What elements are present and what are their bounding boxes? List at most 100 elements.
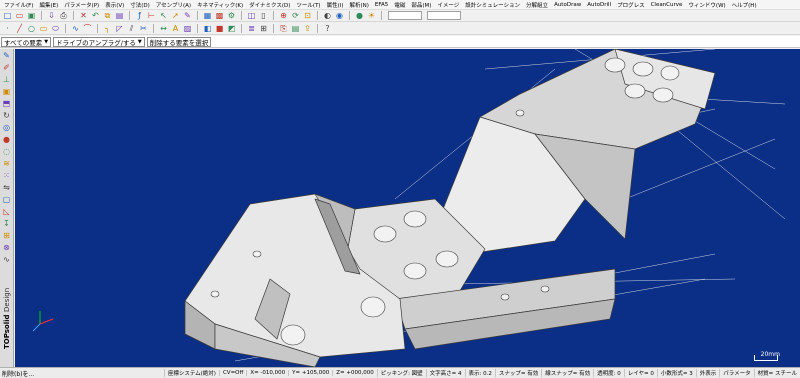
menu-item[interactable]: 部品(M) <box>411 1 431 9</box>
rect-icon[interactable]: ▭ <box>38 24 49 34</box>
cylinder-icon[interactable]: ◎ <box>2 123 12 133</box>
undo-icon[interactable]: ↶ <box>90 11 101 21</box>
paste-icon[interactable]: ▤ <box>114 11 125 21</box>
menu-item[interactable]: 分解組立 <box>526 1 548 9</box>
menu-item[interactable]: 属性(I) <box>327 1 344 9</box>
menu-item[interactable]: アセンブリ(A) <box>156 1 191 9</box>
export-icon[interactable]: ⇪ <box>302 24 313 34</box>
menu-item[interactable]: AutoDraw <box>554 2 581 8</box>
selection-filter-dropdown[interactable]: ドライブのアンプラグ/する ▼ <box>53 36 145 47</box>
menu-item[interactable]: 設計シミュレーション <box>465 1 520 9</box>
trim-icon[interactable]: ✂ <box>138 24 149 34</box>
solid-icon[interactable]: ■ <box>214 24 225 34</box>
pointer-icon[interactable]: ↖ <box>158 11 169 21</box>
menu-item[interactable]: パラメータ(P) <box>64 1 99 9</box>
menu-item[interactable]: イメージ <box>437 1 459 9</box>
light-icon[interactable]: ☀ <box>366 11 377 21</box>
ellipse-icon[interactable]: ⬭ <box>50 24 61 34</box>
save-icon[interactable]: ▣ <box>26 11 37 21</box>
grid-icon[interactable]: ▩ <box>214 11 225 21</box>
group-icon[interactable]: ⊞ <box>258 24 269 34</box>
pencil-icon[interactable]: ✎ <box>2 51 12 61</box>
menu-item[interactable]: ダイナミクス(D) <box>249 1 290 9</box>
selection-scope-dropdown[interactable]: すべての要素 ▼ <box>1 36 52 47</box>
sphere-icon[interactable]: ● <box>2 135 12 145</box>
pdf-icon[interactable]: ▤ <box>290 24 301 34</box>
fit-icon[interactable]: ⊡ <box>302 11 313 21</box>
hole-icon[interactable]: ◌ <box>2 147 12 157</box>
offset-icon[interactable]: ⫽ <box>126 24 137 34</box>
thread-icon[interactable]: ≋ <box>2 159 12 169</box>
dimension-icon[interactable]: ↔ <box>158 24 169 34</box>
menu-item[interactable]: ヘルプ(H) <box>732 1 757 9</box>
menu-item[interactable]: 解析(N) <box>350 1 369 9</box>
arrow-icon[interactable]: ➚ <box>170 11 181 21</box>
color-icon[interactable]: ● <box>354 11 365 21</box>
drill-icon[interactable]: ↧ <box>2 219 12 229</box>
delete-icon[interactable]: ✕ <box>78 11 89 21</box>
sketch-icon[interactable]: ✐ <box>2 63 12 73</box>
hole <box>652 87 674 103</box>
zoom-icon[interactable]: ⊕ <box>278 11 289 21</box>
cad-model-drawing[interactable] <box>15 49 800 367</box>
mirror-icon[interactable]: ⇋ <box>2 183 12 193</box>
toolbar-separator <box>381 11 382 20</box>
rotate-icon[interactable]: ⟳ <box>290 11 301 21</box>
print-icon[interactable]: ⎙ <box>58 11 69 21</box>
chamfer-icon[interactable]: ◸ <box>114 24 125 34</box>
sheet-icon[interactable]: ▯ <box>258 11 269 21</box>
spline-icon[interactable]: ⌒ <box>82 24 93 34</box>
menu-item[interactable]: 寸法(D) <box>130 1 150 9</box>
measure-icon[interactable]: ⊢ <box>146 11 157 21</box>
view-icon[interactable]: ◧ <box>202 24 213 34</box>
extrude-icon[interactable]: ⬒ <box>2 99 12 109</box>
gear-icon[interactable]: ⚙ <box>226 11 237 21</box>
camera-icon[interactable]: ◉ <box>334 11 345 21</box>
menu-item[interactable]: EFA5 <box>375 2 388 8</box>
curve-icon[interactable]: ∿ <box>70 24 81 34</box>
pattern-icon[interactable]: ⁙ <box>2 171 12 181</box>
menu-item[interactable]: ウィンドウ(W) <box>688 1 725 9</box>
surface-icon[interactable]: ◩ <box>226 24 237 34</box>
draft-icon[interactable]: ◺ <box>2 207 12 217</box>
table-icon[interactable]: ▦ <box>202 11 213 21</box>
toolbar-dropdown[interactable] <box>427 11 461 20</box>
toolbar-dropdown[interactable] <box>388 11 422 20</box>
import-icon[interactable]: ⇩ <box>46 11 57 21</box>
menu-item[interactable]: AutoDrill <box>587 2 611 8</box>
print-preview-icon[interactable]: ⎘ <box>278 24 289 34</box>
bolt-icon[interactable]: ⊗ <box>2 243 12 253</box>
selection-scope-label: すべての要素 <box>4 38 43 47</box>
menu-item[interactable]: キネマティック(K) <box>197 1 243 9</box>
menu-item[interactable]: CleanCurve <box>651 2 683 8</box>
point-icon[interactable]: · <box>2 24 13 34</box>
revolve-icon[interactable]: ↻ <box>2 111 12 121</box>
status-item: 透明度: 0 <box>593 369 624 377</box>
menu-item[interactable]: ファイル(F) <box>4 1 33 9</box>
open-folder-icon[interactable]: ▭ <box>14 11 25 21</box>
new-file-icon[interactable]: □ <box>2 11 13 21</box>
hatch-icon[interactable]: ▨ <box>182 24 193 34</box>
line-icon[interactable]: ╱ <box>14 24 25 34</box>
render-icon[interactable]: ◐ <box>322 11 333 21</box>
function-icon[interactable]: ƒ <box>134 11 145 21</box>
3d-viewport[interactable]: 20mm <box>15 49 800 367</box>
copy-icon[interactable]: ⧉ <box>102 11 113 21</box>
layer-icon[interactable]: ≣ <box>246 24 257 34</box>
shell-icon[interactable]: ▢ <box>2 195 12 205</box>
constraint-icon[interactable]: ⊥ <box>2 75 12 85</box>
assembly-icon[interactable]: ⊞ <box>2 231 12 241</box>
text-icon[interactable]: A <box>170 24 181 34</box>
menu-item[interactable]: 電磁 <box>394 1 405 9</box>
fillet-icon[interactable]: ╮ <box>102 24 113 34</box>
spring-icon[interactable]: ∿ <box>2 255 12 265</box>
menu-item[interactable]: 編集(E) <box>39 1 58 9</box>
paint-icon[interactable]: ✎ <box>182 11 193 21</box>
menu-item[interactable]: 表示(V) <box>105 1 124 9</box>
circle-icon[interactable]: ○ <box>26 24 37 34</box>
help-icon[interactable]: ? <box>322 24 333 34</box>
cube-icon[interactable]: ▣ <box>2 87 12 97</box>
drawing-icon[interactable]: ◫ <box>246 11 257 21</box>
menu-item[interactable]: ツール(T) <box>296 1 320 9</box>
menu-item[interactable]: プログレス <box>617 1 645 9</box>
